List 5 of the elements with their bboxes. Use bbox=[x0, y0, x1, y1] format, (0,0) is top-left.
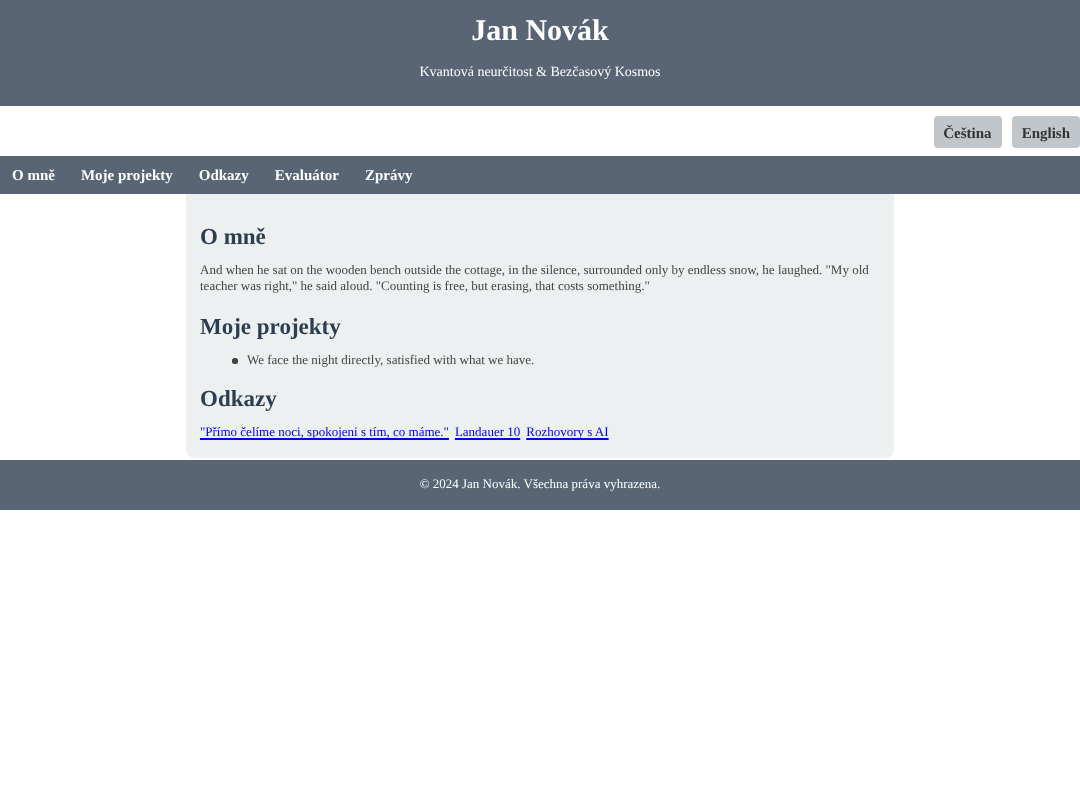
section-heading: Moje projekty bbox=[200, 316, 343, 342]
section-heading: O mně bbox=[200, 226, 268, 252]
section-heading: Odkazy bbox=[200, 388, 279, 414]
site-title: Jan Novák bbox=[469, 14, 611, 50]
bullet-icon bbox=[232, 358, 237, 364]
